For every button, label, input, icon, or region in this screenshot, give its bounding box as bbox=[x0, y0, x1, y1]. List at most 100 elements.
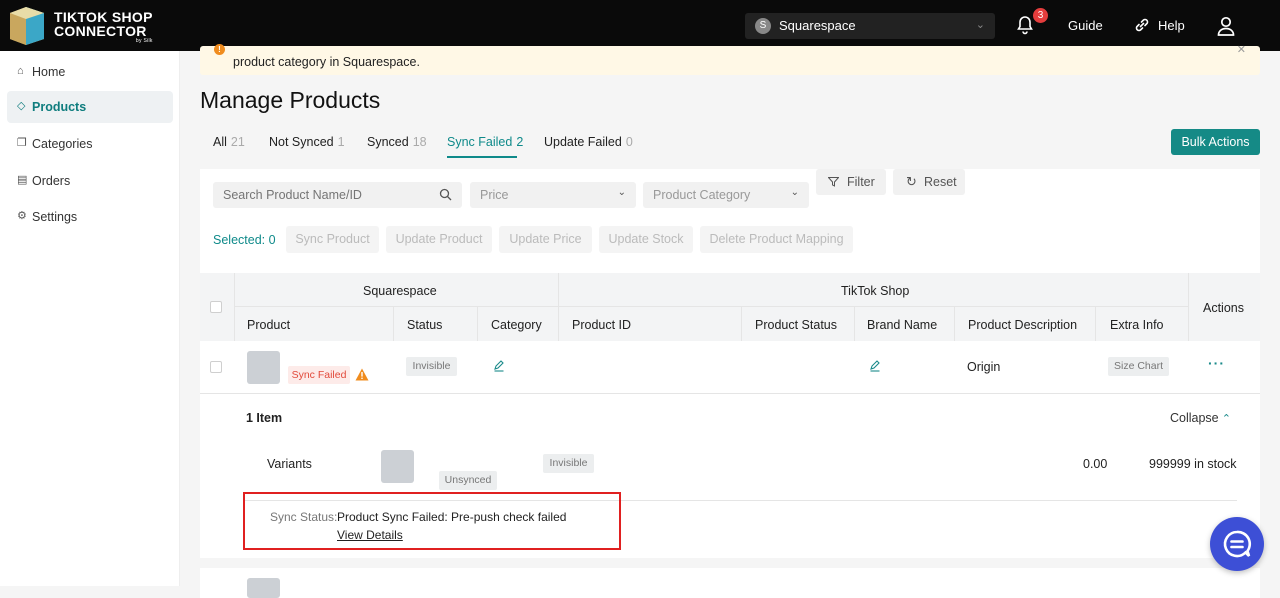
filter-label: Filter bbox=[847, 175, 875, 189]
update-stock-button[interactable]: Update Stock bbox=[599, 226, 693, 253]
price-select[interactable]: Price ⌄ bbox=[470, 182, 636, 208]
edit-icon[interactable] bbox=[493, 360, 505, 372]
chevron-down-icon: ⌄ bbox=[617, 187, 626, 198]
search-input[interactable] bbox=[213, 182, 433, 208]
tab-label: Synced bbox=[367, 135, 409, 149]
product-thumbnail bbox=[247, 351, 280, 384]
logo-line2: CONNECTOR bbox=[54, 23, 147, 39]
alert-banner: ! product category in Squarespace. ✕ bbox=[200, 43, 1260, 75]
variant-status-badge: Invisible bbox=[543, 454, 594, 473]
main-content: ! product category in Squarespace. ✕ Man… bbox=[180, 44, 1280, 598]
tab-label: Update Failed bbox=[544, 135, 622, 149]
search-box bbox=[213, 182, 462, 208]
sidebar-item-settings[interactable]: ⚙ Settings bbox=[7, 201, 173, 233]
product-description: Origin bbox=[967, 360, 1001, 374]
refresh-icon: ↻ bbox=[906, 174, 917, 189]
page-title: Manage Products bbox=[200, 87, 381, 113]
col-extra-info: Extra Info bbox=[1110, 318, 1164, 332]
store-selector[interactable]: S Squarespace ⌄ bbox=[745, 13, 995, 39]
status-badge: Invisible bbox=[406, 357, 457, 376]
categories-icon: ❐ bbox=[17, 137, 27, 149]
edit-icon[interactable] bbox=[869, 360, 881, 372]
sidebar: ⌂ Home ◇ Products ❐ Categories ▤ Orders … bbox=[0, 51, 180, 586]
more-actions-icon[interactable]: ··· bbox=[1208, 355, 1225, 371]
update-product-button[interactable]: Update Product bbox=[386, 226, 492, 253]
chevron-down-icon: ⌄ bbox=[975, 19, 985, 31]
products-table: Squarespace TikTok Shop Product Status C… bbox=[200, 273, 1260, 558]
col-product-id: Product ID bbox=[572, 318, 632, 332]
size-chart-badge[interactable]: Size Chart bbox=[1108, 357, 1169, 376]
table-header: Squarespace TikTok Shop Product Status C… bbox=[200, 273, 1260, 341]
table-row bbox=[200, 568, 1260, 598]
tab-synced[interactable]: Synced 18 bbox=[367, 135, 427, 149]
help-link[interactable]: Help bbox=[1158, 18, 1185, 33]
col-product-status: Product Status bbox=[755, 318, 837, 332]
sync-status-value: Product Sync Failed: Pre-push check fail… bbox=[337, 510, 567, 524]
sidebar-item-label: Settings bbox=[32, 210, 78, 224]
link-icon bbox=[1135, 18, 1149, 32]
tab-label: Sync Failed bbox=[447, 135, 513, 149]
row-checkbox[interactable] bbox=[210, 361, 222, 373]
tab-update-failed[interactable]: Update Failed 0 bbox=[544, 135, 633, 149]
variants-label: Variants bbox=[267, 457, 312, 471]
tab-not-synced[interactable]: Not Synced 1 bbox=[269, 135, 345, 149]
alert-text: product category in Squarespace. bbox=[233, 55, 420, 69]
selected-count: Selected: 0 bbox=[213, 233, 276, 247]
guide-link[interactable]: Guide bbox=[1068, 18, 1103, 33]
gear-icon: ⚙ bbox=[17, 210, 27, 222]
price-select-label: Price bbox=[480, 188, 509, 202]
col-product: Product bbox=[247, 318, 291, 332]
filter-button[interactable]: Filter bbox=[816, 169, 886, 195]
store-avatar: S bbox=[755, 18, 771, 34]
logo-icon bbox=[10, 7, 44, 45]
sync-status-label: Sync Status: bbox=[270, 510, 338, 524]
sidebar-item-categories[interactable]: ❐ Categories bbox=[7, 128, 173, 160]
chat-button[interactable] bbox=[1210, 517, 1264, 571]
user-icon[interactable] bbox=[1216, 15, 1236, 37]
store-name: Squarespace bbox=[779, 18, 856, 33]
collapse-toggle[interactable]: Collapse ⌃ bbox=[1170, 411, 1231, 425]
view-details-link[interactable]: View Details bbox=[337, 528, 403, 542]
sidebar-item-orders[interactable]: ▤ Orders bbox=[7, 165, 173, 197]
filter-panel: Price ⌄ Product Category ⌄ Filter ↻ Rese… bbox=[200, 169, 1260, 289]
search-icon[interactable] bbox=[439, 188, 452, 201]
group-tiktok: TikTok Shop bbox=[841, 284, 910, 298]
home-icon: ⌂ bbox=[17, 65, 24, 77]
sidebar-item-products[interactable]: ◇ Products bbox=[7, 91, 173, 123]
tag-icon: ◇ bbox=[17, 100, 26, 112]
tab-count: 21 bbox=[230, 135, 245, 149]
category-select[interactable]: Product Category ⌄ bbox=[643, 182, 809, 208]
warning-icon[interactable] bbox=[355, 368, 369, 381]
tab-label: All bbox=[213, 135, 227, 149]
variant-stock: 999999 in stock bbox=[1149, 457, 1237, 471]
product-thumbnail bbox=[247, 578, 280, 598]
col-brand-name: Brand Name bbox=[867, 318, 938, 332]
col-status: Status bbox=[407, 318, 443, 332]
col-product-description: Product Description bbox=[968, 318, 1078, 332]
filter-icon bbox=[828, 177, 839, 187]
tab-all[interactable]: All 21 bbox=[213, 135, 245, 149]
tab-count: 0 bbox=[625, 135, 633, 149]
sidebar-item-label: Categories bbox=[32, 137, 93, 151]
select-all-checkbox[interactable] bbox=[210, 301, 222, 313]
update-price-button[interactable]: Update Price bbox=[499, 226, 592, 253]
tab-sync-failed[interactable]: Sync Failed 2 bbox=[447, 135, 523, 149]
tab-count: 18 bbox=[412, 135, 427, 149]
sync-product-button[interactable]: Sync Product bbox=[286, 226, 379, 253]
category-select-label: Product Category bbox=[653, 188, 751, 202]
sidebar-item-home[interactable]: ⌂ Home bbox=[7, 56, 173, 88]
delete-mapping-button[interactable]: Delete Product Mapping bbox=[700, 226, 853, 253]
close-icon[interactable]: ✕ bbox=[1237, 43, 1246, 56]
reset-button[interactable]: ↻ Reset bbox=[893, 169, 965, 195]
bulk-actions-button[interactable]: Bulk Actions bbox=[1171, 129, 1260, 155]
active-tab-indicator bbox=[447, 156, 517, 158]
sidebar-item-label: Orders bbox=[32, 174, 71, 188]
variant-price: 0.00 bbox=[1083, 457, 1108, 471]
tab-count: 1 bbox=[337, 135, 345, 149]
warning-icon: ! bbox=[214, 44, 225, 55]
group-squarespace: Squarespace bbox=[363, 284, 437, 298]
bell-icon[interactable] bbox=[1015, 15, 1035, 35]
chevron-down-icon: ⌄ bbox=[790, 187, 799, 198]
sync-failed-badge: Sync Failed bbox=[288, 366, 350, 384]
chat-icon bbox=[1223, 530, 1252, 558]
